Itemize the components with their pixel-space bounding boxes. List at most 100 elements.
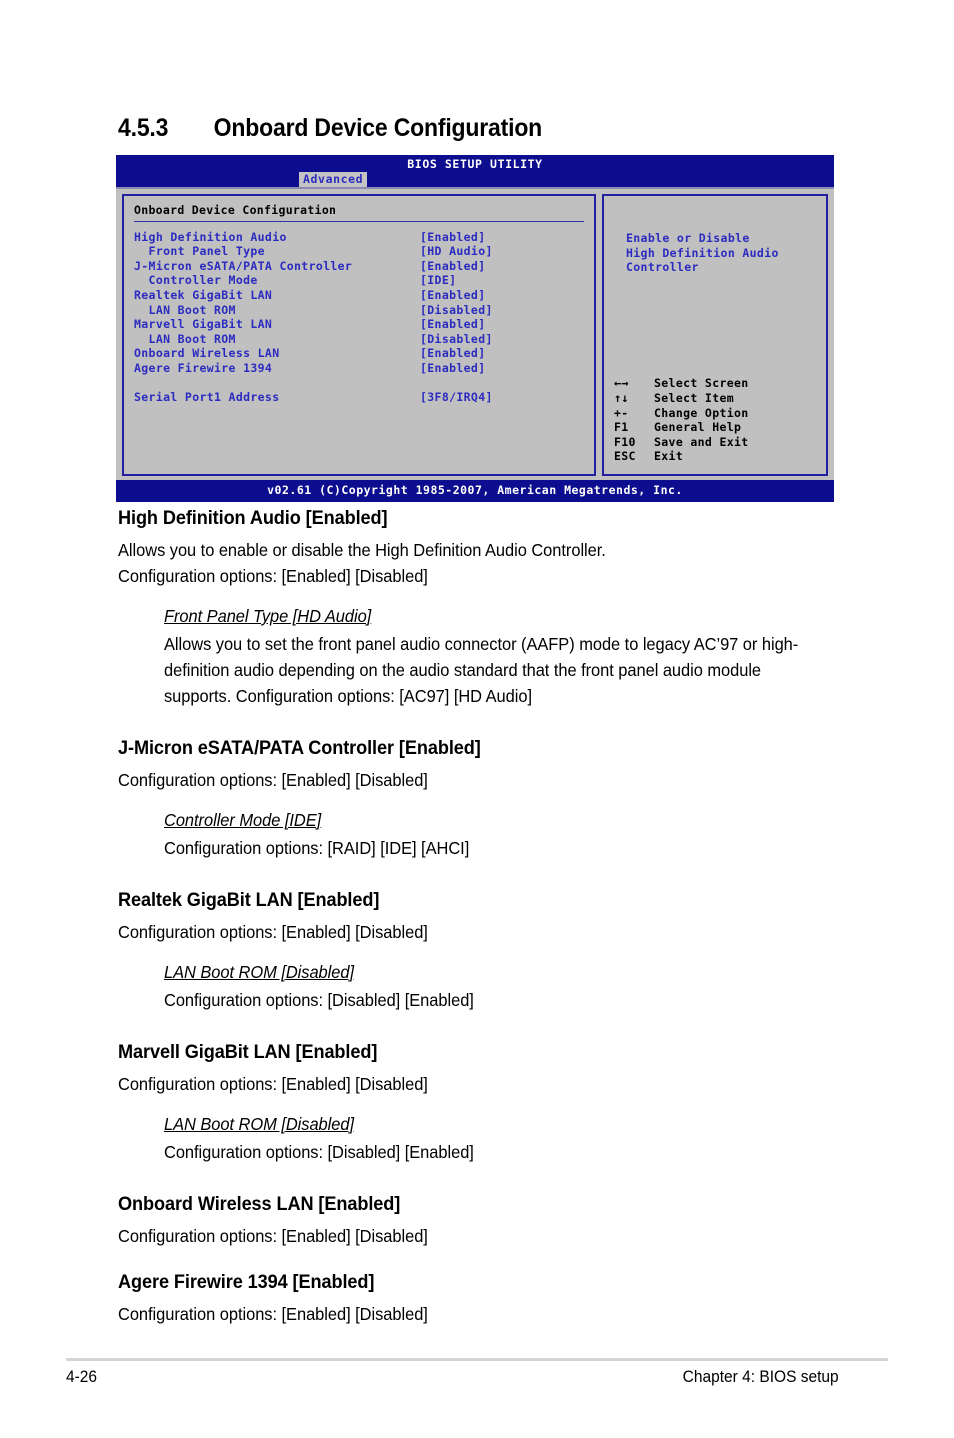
bios-option-label [134,376,420,391]
section-number: 4.5.3 [118,114,169,142]
bios-option-value[interactable]: [Disabled] [420,332,493,347]
bios-help-text: Enable or Disable High Definition Audio … [626,231,779,275]
bios-option-label: Agere Firewire 1394 [134,360,273,375]
bios-option-row[interactable]: High Definition Audio [Enabled] [134,230,584,245]
bios-option-value[interactable]: [3F8/IRQ4] [420,390,493,405]
item-body: Configuration options: [Enabled] [Disabl… [118,1304,428,1324]
bios-option-row[interactable]: Serial Port1 Address [3F8/IRQ4] [134,390,584,405]
sub-item: Front Panel Type [HD Audio] Allows you t… [164,603,858,709]
legend-description: Select Item [654,391,735,406]
bios-option-value[interactable]: [Enabled] [420,259,485,274]
sub-item: LAN Boot ROM [Disabled] Configuration op… [164,959,858,1013]
sub-item-body: Configuration options: [Disabled] [Enabl… [164,1142,474,1162]
bios-option-value[interactable]: [Enabled] [420,317,485,332]
sub-item-heading: LAN Boot ROM [Disabled] [164,1114,355,1134]
page-footer: 4-26 Chapter 4: BIOS setup [66,1366,839,1388]
sub-item-body: Configuration options: [Disabled] [Enabl… [164,990,474,1010]
bios-option-row[interactable]: Marvell GigaBit LAN [Enabled] [134,317,584,332]
bios-option-value[interactable]: [Enabled] [420,361,485,376]
chapter-label: Chapter 4: BIOS setup [682,1368,839,1386]
bios-option-value[interactable]: [Disabled] [420,303,493,318]
page-title: 4.5.3 Onboard Device Configuration [118,114,799,143]
content-item: Marvell GigaBit LAN [Enabled] Configurat… [118,1039,858,1165]
f1-key-icon: F1 [614,420,629,435]
item-body: Allows you to enable or disable the High… [118,540,606,586]
bios-option-value[interactable]: [HD Audio] [420,244,493,259]
left-right-arrow-icon: ←→ [614,376,629,391]
bios-copyright: v02.61 (C)Copyright 1985-2007, American … [116,480,834,502]
bios-option-label: LAN Boot ROM [134,331,236,346]
bios-option-spacer [134,376,584,391]
bios-option-label: High Definition Audio [134,229,287,244]
legend-description: Exit [654,449,684,464]
bios-option-value[interactable]: [Enabled] [420,346,485,361]
plus-minus-icon: +- [614,405,629,420]
legend-row: +- Change Option [614,406,816,421]
content-item: Agere Firewire 1394 [Enabled] Configurat… [118,1269,858,1327]
item-heading: J-Micron eSATA/PATA Controller [Enabled] [118,737,481,759]
sub-item: LAN Boot ROM [Disabled] Configuration op… [164,1111,858,1165]
bios-options-panel: Onboard Device Configuration High Defini… [122,194,596,476]
bios-panel-header: Onboard Device Configuration [134,203,584,222]
bios-option-row[interactable]: Realtek GigaBit LAN [Enabled] [134,288,584,303]
bios-option-row[interactable]: J-Micron eSATA/PATA Controller [Enabled] [134,259,584,274]
legend-description: General Help [654,420,742,435]
up-down-arrow-icon: ↑↓ [614,391,629,406]
bios-title-bar: BIOS SETUP UTILITY Advanced [116,155,834,187]
bios-option-row[interactable]: LAN Boot ROM [Disabled] [134,303,584,318]
item-heading: Onboard Wireless LAN [Enabled] [118,1193,401,1215]
bios-body: Onboard Device Configuration High Defini… [116,187,834,480]
content-item: J-Micron eSATA/PATA Controller [Enabled]… [118,735,858,861]
bios-option-label: Serial Port1 Address [134,390,280,405]
legend-description: Select Screen [654,376,749,391]
bios-option-row[interactable]: Onboard Wireless LAN [Enabled] [134,346,584,361]
sub-item-body: Configuration options: [RAID] [IDE] [AHC… [164,838,470,858]
bios-option-label: Onboard Wireless LAN [134,346,280,361]
bios-option-row[interactable]: Controller Mode [IDE] [134,273,584,288]
legend-row: F10 Save and Exit [614,435,816,450]
bios-option-label: J-Micron eSATA/PATA Controller [134,258,353,273]
bios-option-row[interactable]: LAN Boot ROM [Disabled] [134,332,584,347]
legend-description: Change Option [654,405,749,420]
item-body: Configuration options: [Enabled] [Disabl… [118,922,428,942]
legend-row: ESC Exit [614,449,816,464]
sub-item-heading: LAN Boot ROM [Disabled] [164,962,355,982]
bios-key-legend: ←→ Select Screen ↑↓ Select Item +- Chang… [614,376,816,464]
item-heading: Realtek GigaBit LAN [Enabled] [118,889,380,911]
bios-option-value[interactable]: [Enabled] [420,230,485,245]
section-title: Onboard Device Configuration [213,114,543,142]
page-number: 4-26 [66,1368,98,1386]
item-body: Configuration options: [Enabled] [Disabl… [118,770,428,790]
body-content: High Definition Audio [Enabled] Allows y… [118,505,858,1327]
legend-description: Save and Exit [654,434,749,449]
item-body: Configuration options: [Enabled] [Disabl… [118,1074,428,1094]
f10-key-icon: F10 [614,434,636,449]
item-heading: High Definition Audio [Enabled] [118,507,388,529]
item-heading: Agere Firewire 1394 [Enabled] [118,1271,375,1293]
item-heading: Marvell GigaBit LAN [Enabled] [118,1041,378,1063]
content-item: Onboard Wireless LAN [Enabled] Configura… [118,1191,858,1249]
sub-item-body: Allows you to set the front panel audio … [164,634,799,706]
bios-option-label: LAN Boot ROM [134,302,236,317]
document-page: 4.5.3 Onboard Device Configuration BIOS … [0,0,954,1438]
bios-utility-title: BIOS SETUP UTILITY [407,157,543,171]
bios-option-row[interactable]: Agere Firewire 1394 [Enabled] [134,361,584,376]
bios-setup-screenshot: BIOS SETUP UTILITY Advanced Onboard Devi… [116,155,834,502]
legend-row: ↑↓ Select Item [614,391,816,406]
bios-tab-advanced[interactable]: Advanced [299,172,368,187]
bios-option-value[interactable]: [IDE] [420,273,456,288]
content-item: Realtek GigaBit LAN [Enabled] Configurat… [118,887,858,1013]
esc-key-icon: ESC [614,449,636,464]
sub-item: Controller Mode [IDE] Configuration opti… [164,807,858,861]
bios-help-panel: Enable or Disable High Definition Audio … [602,194,828,476]
bios-option-row[interactable]: Front Panel Type [HD Audio] [134,244,584,259]
bios-option-list: High Definition Audio [Enabled] Front Pa… [134,230,584,405]
legend-row: ←→ Select Screen [614,376,816,391]
bios-option-value[interactable]: [Enabled] [420,288,485,303]
bios-option-label: Front Panel Type [134,244,265,259]
